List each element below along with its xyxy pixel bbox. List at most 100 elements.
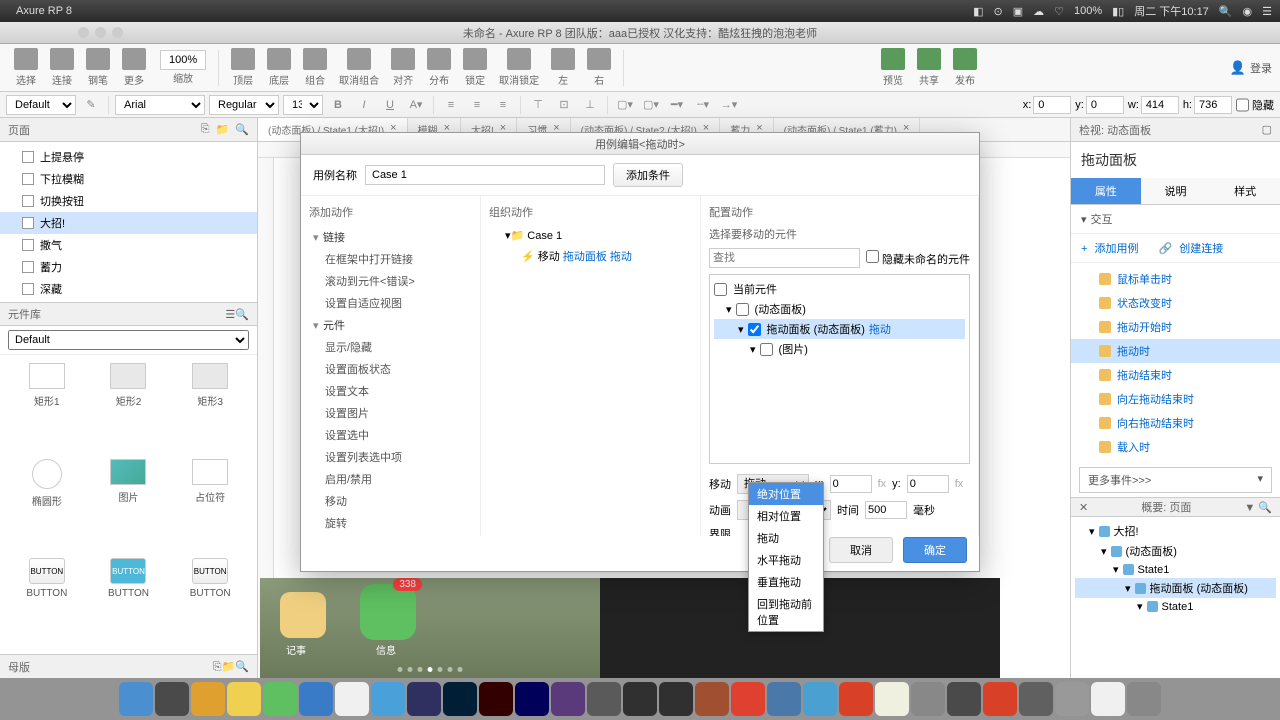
widget-item[interactable]: 椭圆形: [8, 459, 86, 555]
align-right-icon[interactable]: ≡: [492, 95, 514, 115]
action-item[interactable]: 设置面板状态: [309, 358, 472, 380]
action-item[interactable]: 设置列表选中项: [309, 446, 472, 468]
dropdown-option[interactable]: 回到拖动前位置: [749, 593, 823, 631]
x-input[interactable]: [830, 475, 872, 493]
inspector-tab[interactable]: 说明: [1141, 178, 1211, 204]
filter-icon[interactable]: ▼: [1244, 502, 1255, 514]
action-item[interactable]: 移动: [309, 490, 472, 512]
outline-node[interactable]: ▾State1: [1075, 561, 1276, 578]
style-select[interactable]: Default: [6, 95, 76, 115]
page-item[interactable]: 深藏: [0, 278, 257, 300]
case-name-input[interactable]: [365, 165, 605, 185]
action-item[interactable]: 设置尺寸: [309, 534, 472, 536]
clear-style-icon[interactable]: ✎: [80, 95, 102, 115]
link-icon[interactable]: 🔗: [1159, 243, 1173, 255]
event-item[interactable]: 拖动开始时: [1071, 315, 1280, 339]
more-events-button[interactable]: 更多事件>>>▾: [1079, 467, 1272, 493]
dock-app-icon[interactable]: [659, 682, 693, 716]
event-item[interactable]: 状态改变时: [1071, 291, 1280, 315]
dock-app-icon[interactable]: [227, 682, 261, 716]
valign-mid-icon[interactable]: ⊡: [553, 95, 575, 115]
h-input[interactable]: [1194, 96, 1232, 114]
dock-app-icon[interactable]: [983, 682, 1017, 716]
action-item[interactable]: 显示/隐藏: [309, 336, 472, 358]
tool-顶层[interactable]: 顶层: [225, 46, 261, 89]
dock-app-icon[interactable]: [299, 682, 333, 716]
y-input[interactable]: [1086, 96, 1124, 114]
outline-node[interactable]: ▾大招!: [1075, 521, 1276, 541]
dock-app-icon[interactable]: [587, 682, 621, 716]
dock-app-icon[interactable]: [479, 682, 513, 716]
search-icon[interactable]: 🔍: [235, 661, 249, 673]
element-row[interactable]: ▾(图片): [714, 339, 965, 359]
menu-icon[interactable]: ▣: [1013, 5, 1023, 18]
search-icon[interactable]: 🔍: [235, 123, 249, 136]
weight-select[interactable]: Regular: [209, 95, 279, 115]
dock-app-icon[interactable]: [911, 682, 945, 716]
align-left-icon[interactable]: ≡: [440, 95, 462, 115]
outline-node[interactable]: ▾(动态面板): [1075, 541, 1276, 561]
tool-分布[interactable]: 分布: [421, 46, 457, 89]
x-input[interactable]: [1033, 96, 1071, 114]
page-item[interactable]: 下拉模糊: [0, 168, 257, 190]
valign-bot-icon[interactable]: ⊥: [579, 95, 601, 115]
action-item[interactable]: 滚动到元件<错误>: [309, 270, 472, 292]
action-item[interactable]: 启用/禁用: [309, 468, 472, 490]
search-icon[interactable]: 🔍: [1258, 502, 1272, 514]
widget-item[interactable]: BUTTONBUTTON: [8, 558, 86, 646]
line-style-icon[interactable]: ╌▾: [692, 95, 714, 115]
tool-发布[interactable]: 发布: [947, 46, 983, 89]
login-button[interactable]: 👤 登录: [1230, 60, 1272, 76]
outline-node[interactable]: ▾拖动面板 (动态面板): [1075, 578, 1276, 598]
dock-app-icon[interactable]: [443, 682, 477, 716]
dropdown-option[interactable]: 垂直拖动: [749, 571, 823, 593]
search-icon[interactable]: 🔍: [235, 309, 249, 321]
zoom-select[interactable]: 100%: [160, 50, 206, 70]
dock-app-icon[interactable]: [803, 682, 837, 716]
dropdown-option[interactable]: 绝对位置: [749, 483, 823, 505]
border-color-icon[interactable]: ▢▾: [640, 95, 662, 115]
menu-icon[interactable]: ☁: [1033, 5, 1044, 18]
hide-unnamed-checkbox[interactable]: [866, 250, 879, 263]
dock-app-icon[interactable]: [875, 682, 909, 716]
hidden-checkbox[interactable]: [1236, 97, 1249, 113]
widget-item[interactable]: 占位符: [171, 459, 249, 555]
case-node[interactable]: ▾📁 Case 1: [489, 226, 692, 245]
size-select[interactable]: 13: [283, 95, 323, 115]
tool-右[interactable]: 右: [581, 46, 617, 89]
widget-item[interactable]: BUTTONBUTTON: [171, 558, 249, 646]
search-icon[interactable]: 🔍: [1219, 5, 1233, 18]
page-item[interactable]: 大招!: [0, 212, 257, 234]
add-case-link[interactable]: 添加用例: [1095, 243, 1139, 255]
dock-app-icon[interactable]: [515, 682, 549, 716]
widget-item[interactable]: 矩形3: [171, 363, 249, 455]
dock-app-icon[interactable]: [623, 682, 657, 716]
dock-app-icon[interactable]: [695, 682, 729, 716]
create-link[interactable]: 创建连接: [1179, 243, 1223, 255]
menu-icon[interactable]: ☰: [225, 309, 235, 321]
tool-选择[interactable]: 选择: [8, 46, 44, 89]
font-select[interactable]: Arial: [115, 95, 205, 115]
italic-icon[interactable]: I: [353, 95, 375, 115]
dock-app-icon[interactable]: [1127, 682, 1161, 716]
arrow-icon[interactable]: →▾: [718, 95, 740, 115]
element-row[interactable]: 当前元件: [714, 279, 965, 299]
add-icon[interactable]: ⎘: [213, 661, 222, 673]
dock-app-icon[interactable]: [947, 682, 981, 716]
dock-app-icon[interactable]: [335, 682, 369, 716]
tool-钢笔[interactable]: 钢笔: [80, 46, 116, 89]
add-icon[interactable]: +: [1081, 243, 1087, 255]
event-item[interactable]: 鼠标单击时: [1071, 267, 1280, 291]
element-row[interactable]: ▾拖动面板 (动态面板) 拖动: [714, 319, 965, 339]
dock-app-icon[interactable]: [263, 682, 297, 716]
dock-app-icon[interactable]: [1055, 682, 1089, 716]
chevron-down-icon[interactable]: ▾: [1081, 213, 1087, 226]
action-item[interactable]: 设置文本: [309, 380, 472, 402]
page-item[interactable]: 切换按钮: [0, 190, 257, 212]
underline-icon[interactable]: U: [379, 95, 401, 115]
dock-app-icon[interactable]: [191, 682, 225, 716]
inspector-tab[interactable]: 样式: [1210, 178, 1280, 204]
page-item[interactable]: 上提悬停: [0, 146, 257, 168]
add-page-icon[interactable]: ⎘: [201, 123, 210, 136]
search-input[interactable]: [709, 248, 860, 268]
